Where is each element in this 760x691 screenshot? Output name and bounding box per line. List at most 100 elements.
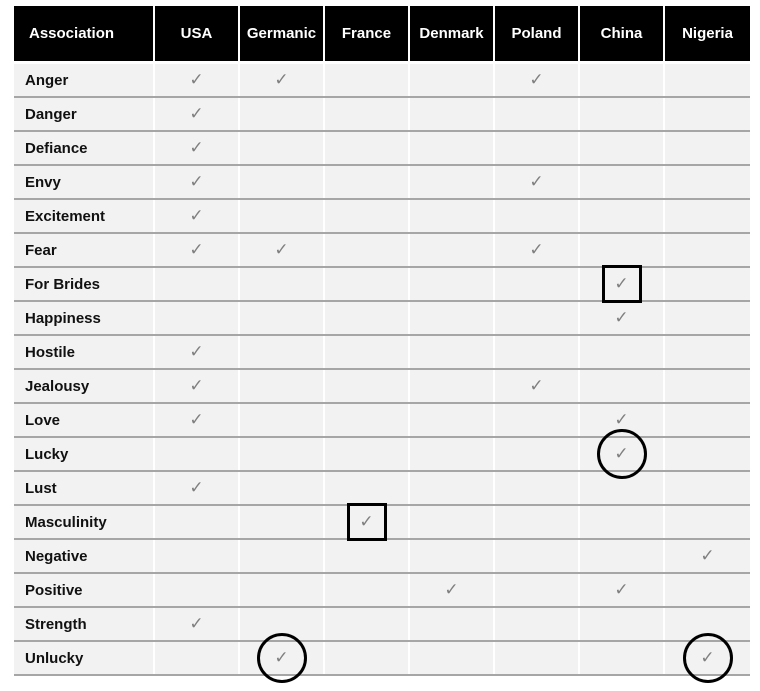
column-header-nigeria: Nigeria: [665, 6, 750, 61]
cell-nigeria: [665, 472, 750, 504]
check-icon: ✓: [189, 104, 204, 124]
check-icon: ✓: [700, 546, 715, 566]
cell-usa: ✓: [155, 472, 240, 504]
cell-poland: [495, 438, 580, 470]
cell-france: [325, 302, 410, 334]
cell-usa: ✓: [155, 336, 240, 368]
cell-usa: [155, 642, 240, 674]
cell-usa: ✓: [155, 166, 240, 198]
table-row: Negative ✓: [14, 540, 750, 574]
column-header-france: France: [325, 6, 410, 61]
table-row: Positive ✓ ✓: [14, 574, 750, 608]
cell-poland: ✓: [495, 64, 580, 96]
cell-nigeria: [665, 64, 750, 96]
cell-germanic: [240, 336, 325, 368]
check-icon: ✓: [189, 240, 204, 260]
row-label: Unlucky: [14, 642, 155, 674]
check-icon: ✓: [529, 70, 544, 90]
cell-usa: [155, 268, 240, 300]
cell-nigeria: [665, 166, 750, 198]
check-icon: ✓: [529, 172, 544, 192]
cell-poland: ✓: [495, 166, 580, 198]
cell-china: [580, 608, 665, 640]
cell-nigeria: [665, 370, 750, 402]
cell-nigeria: ✓: [665, 540, 750, 572]
column-header-poland: Poland: [495, 6, 580, 61]
cell-denmark: [410, 268, 495, 300]
cell-china: [580, 64, 665, 96]
cell-denmark: [410, 370, 495, 402]
table-row: Envy ✓ ✓: [14, 166, 750, 200]
cell-usa: [155, 540, 240, 572]
cell-poland: [495, 540, 580, 572]
check-icon: ✓: [444, 580, 459, 600]
table-header: Association USA Germanic France Denmark Polan…: [14, 6, 750, 61]
column-header-association: Association: [14, 6, 155, 61]
highlight-box-annotation: [346, 503, 387, 541]
cell-denmark: [410, 302, 495, 334]
cell-france: [325, 64, 410, 96]
column-header-china: China: [580, 6, 665, 61]
cell-germanic: [240, 166, 325, 198]
cell-germanic: [240, 268, 325, 300]
cell-germanic: [240, 540, 325, 572]
cell-usa: ✓: [155, 98, 240, 130]
row-label: Excitement: [14, 200, 155, 232]
table-body: Anger ✓ ✓ ✓ Danger ✓ Defiance ✓ Envy ✓ ✓ Excitement…: [14, 64, 750, 683]
cell-usa: [155, 302, 240, 334]
cell-denmark: [410, 506, 495, 538]
row-label: Jealousy: [14, 370, 155, 402]
cell-poland: [495, 506, 580, 538]
row-label: Strength: [14, 608, 155, 640]
cell-china: [580, 166, 665, 198]
cell-france: [325, 234, 410, 266]
check-icon: ✓: [189, 410, 204, 430]
cell-germanic: [240, 438, 325, 470]
check-icon: ✓: [189, 206, 204, 226]
cell-usa: [155, 574, 240, 606]
cell-china: [580, 234, 665, 266]
check-icon: ✓: [189, 342, 204, 362]
cell-denmark: [410, 336, 495, 368]
cell-denmark: [410, 166, 495, 198]
cell-germanic: [240, 404, 325, 436]
cell-nigeria: [665, 268, 750, 300]
cell-nigeria: [665, 404, 750, 436]
cell-germanic: [240, 574, 325, 606]
cell-usa: ✓: [155, 64, 240, 96]
cell-poland: [495, 574, 580, 606]
cell-france: [325, 268, 410, 300]
row-label: Envy: [14, 166, 155, 198]
cell-china: [580, 200, 665, 232]
cell-germanic: [240, 370, 325, 402]
table-row: Happiness ✓: [14, 302, 750, 336]
highlight-circle-annotation: [682, 633, 733, 683]
table-row: Anger ✓ ✓ ✓: [14, 64, 750, 98]
row-label: Defiance: [14, 132, 155, 164]
cell-poland: [495, 642, 580, 674]
row-label: Fear: [14, 234, 155, 266]
cell-germanic: [240, 472, 325, 504]
cell-poland: [495, 132, 580, 164]
cell-china: [580, 472, 665, 504]
cell-poland: [495, 404, 580, 436]
cell-denmark: [410, 608, 495, 640]
cell-nigeria: ✓: [665, 633, 750, 683]
cell-france: ✓: [325, 503, 410, 541]
color-association-table: Association USA Germanic France Denmark Polan…: [14, 6, 750, 683]
row-label: Lucky: [14, 438, 155, 470]
row-label: Positive: [14, 574, 155, 606]
cell-nigeria: [665, 302, 750, 334]
row-label: For Brides: [14, 268, 155, 300]
check-icon: ✓: [189, 376, 204, 396]
cell-denmark: [410, 132, 495, 164]
cell-china: ✓: [580, 574, 665, 606]
cell-germanic: ✓: [240, 234, 325, 266]
cell-nigeria: [665, 438, 750, 470]
cell-france: [325, 370, 410, 402]
check-icon: ✓: [614, 580, 629, 600]
cell-china: [580, 642, 665, 674]
row-label: Hostile: [14, 336, 155, 368]
row-label: Lust: [14, 472, 155, 504]
cell-denmark: ✓: [410, 574, 495, 606]
